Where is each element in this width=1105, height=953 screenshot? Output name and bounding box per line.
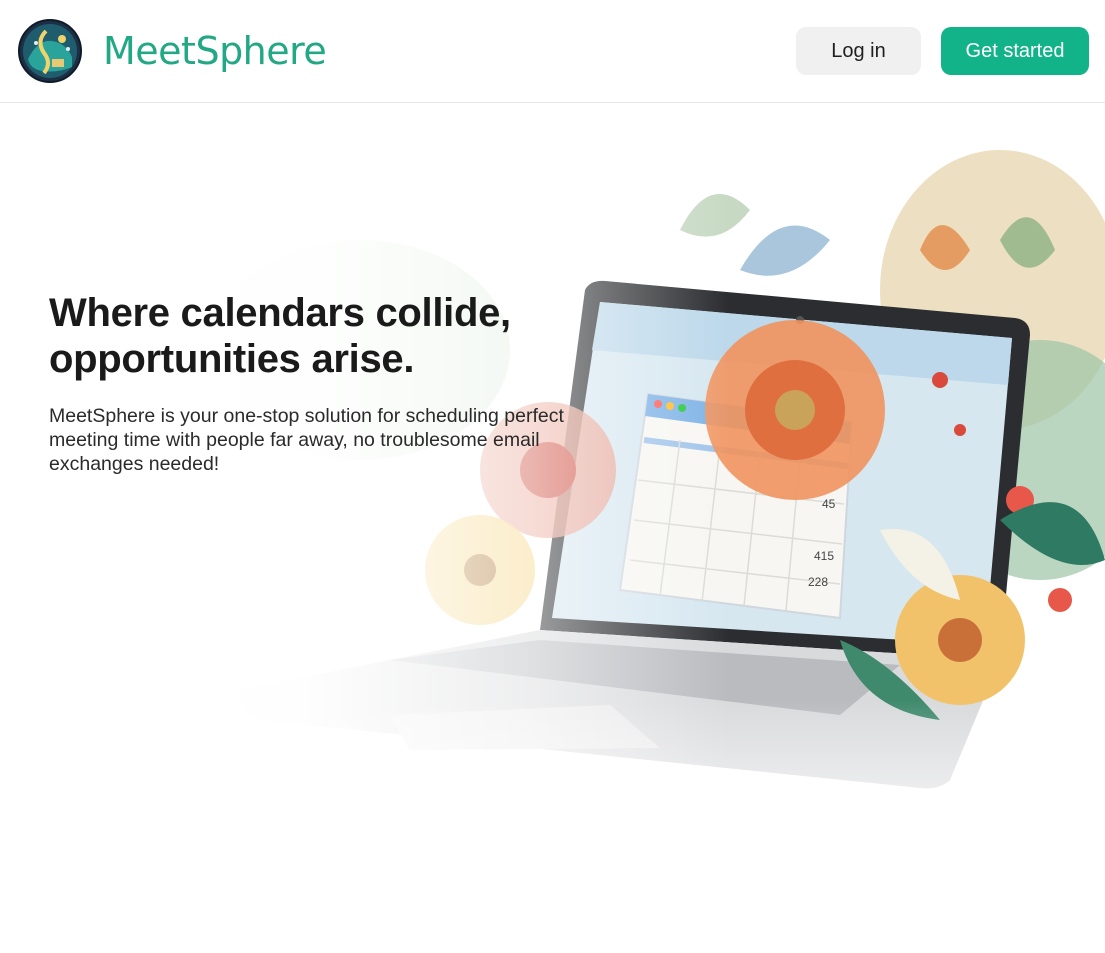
hero-subtitle: MeetSphere is your one-stop solution for…	[49, 404, 639, 476]
brand-name: MeetSphere	[103, 29, 327, 73]
login-button[interactable]: Log in	[796, 27, 921, 75]
get-started-button[interactable]: Get started	[941, 27, 1089, 75]
calendar-number: 415	[814, 549, 834, 563]
brand[interactable]: MeetSphere	[18, 19, 327, 83]
calendar-number: 228	[808, 575, 828, 589]
subtitle-line-3: exchanges needed!	[49, 453, 220, 475]
subtitle-line-2: meeting time with people far away, no tr…	[49, 429, 540, 451]
headline-line-1: Where calendars collide,	[49, 291, 511, 335]
top-nav: MeetSphere Log in Get started	[0, 0, 1105, 103]
headline-line-2: opportunities arise.	[49, 337, 415, 381]
hero-section: Where calendars collide, opportunities a…	[49, 290, 649, 476]
subtitle-line-1: MeetSphere is your one-stop solution for…	[49, 405, 564, 427]
laptop-flowers-illustration: 45 415 228	[240, 150, 1105, 789]
hero-headline: Where calendars collide, opportunities a…	[49, 290, 649, 382]
calendar-number: 45	[822, 497, 836, 511]
meetsphere-logo-icon	[18, 19, 82, 83]
